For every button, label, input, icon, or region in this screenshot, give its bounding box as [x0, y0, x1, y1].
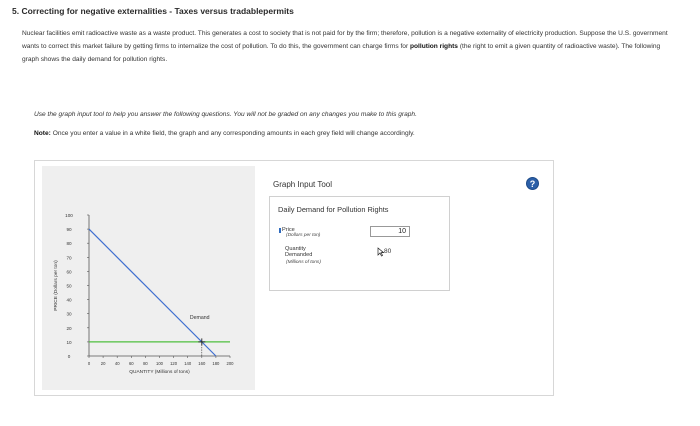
quantity-label: Quantity Demanded — [285, 246, 312, 258]
quantity-unit: (Millions of tons) — [286, 260, 321, 265]
x-axis-title: QUANTITY (Millions of tons) — [129, 369, 190, 375]
quantity-demanded-value: 80 — [384, 248, 392, 255]
y-axis-title: PRICE (Dollars per ton) — [53, 260, 59, 311]
x-tick-label: 60 — [129, 361, 134, 366]
graph-input-heading: Daily Demand for Pollution Rights — [278, 205, 389, 214]
y-tick-label: 0 — [68, 354, 71, 359]
y-tick-label: 10 — [66, 340, 72, 345]
y-tick-label: 60 — [66, 269, 72, 274]
y-tick-label: 90 — [66, 227, 72, 232]
graph-input-tool-title: Graph Input Tool — [273, 180, 333, 189]
note-text: Note: Once you enter a value in a white … — [34, 130, 415, 137]
x-tick-label: 20 — [101, 361, 106, 366]
price-marker-icon — [279, 228, 281, 233]
y-tick-label: 100 — [65, 213, 73, 218]
intro-bold-term: pollution rights — [410, 43, 458, 51]
help-icon[interactable]: ? — [526, 177, 539, 190]
note-body: Once you enter a value in a white field,… — [50, 130, 415, 137]
note-label: Note: — [34, 130, 51, 137]
demand-chart: 0 10 20 30 40 50 60 70 80 90 100 0 20 40 60 80 100 120 140… — [53, 213, 235, 375]
x-tick-label: 0 — [88, 361, 91, 366]
x-tick-label: 160 — [198, 361, 206, 366]
y-tick-label: 30 — [66, 312, 72, 317]
y-tick-label: 70 — [66, 255, 72, 260]
x-tick-label: 180 — [212, 361, 220, 366]
demand-curve — [88, 228, 217, 357]
x-tick-label: 80 — [143, 361, 148, 366]
y-tick-label: 20 — [66, 326, 72, 331]
demand-curve-label: Demand — [190, 315, 210, 321]
instruction-text: Use the graph input tool to help you ans… — [34, 111, 417, 118]
question-intro: Nuclear facilities emit radioactive wast… — [22, 27, 677, 67]
cursor-icon — [377, 247, 384, 257]
x-tick-label: 120 — [170, 361, 178, 366]
y-tick-label: 40 — [66, 298, 72, 303]
x-tick-label: 100 — [156, 361, 164, 366]
y-tick-label: 50 — [66, 284, 72, 289]
quantity-label-line2: Demanded — [285, 252, 313, 258]
question-title: 5. Correcting for negative externalities… — [12, 6, 294, 16]
x-tick-label: 200 — [227, 361, 235, 366]
price-unit: (Dollars per ton) — [286, 233, 321, 238]
x-tick-label: 140 — [184, 361, 192, 366]
x-tick-label: 40 — [115, 361, 120, 366]
y-tick-label: 80 — [66, 241, 72, 246]
price-input[interactable] — [370, 226, 410, 237]
